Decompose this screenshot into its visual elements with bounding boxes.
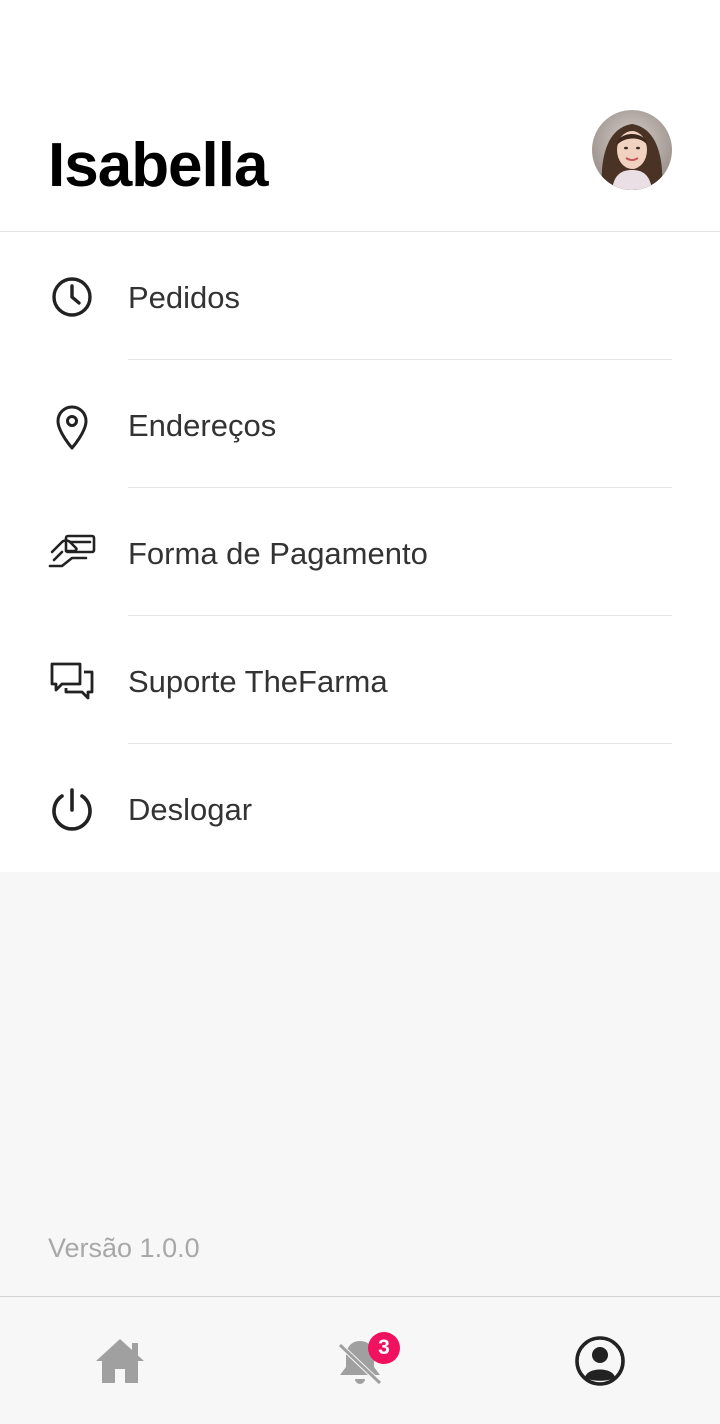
menu-item-label: Suporte TheFarma bbox=[128, 664, 388, 699]
notification-badge: 3 bbox=[368, 1332, 400, 1364]
nav-profile-button[interactable] bbox=[570, 1331, 630, 1391]
nav-home-button[interactable] bbox=[90, 1331, 150, 1391]
menu-item-label: Forma de Pagamento bbox=[128, 536, 428, 571]
app-version: Versão 1.0.0 bbox=[48, 1233, 200, 1263]
menu-item-label: Deslogar bbox=[128, 792, 253, 827]
profile-header: Isabella bbox=[0, 0, 720, 232]
user-name: Isabella bbox=[48, 131, 268, 200]
menu-item-forma-de-pagamento[interactable]: Forma de Pagamento bbox=[0, 488, 720, 616]
bottom-nav bbox=[0, 1296, 720, 1424]
profile-panel: Isabella Pedidos Endereços Forma de Paga… bbox=[0, 0, 720, 872]
avatar[interactable] bbox=[592, 110, 672, 190]
profile-icon bbox=[570, 1336, 630, 1395]
profile-screen: Isabella Pedidos Endereços Forma de Paga… bbox=[0, 0, 720, 1424]
menu-item-suporte[interactable]: Suporte TheFarma bbox=[0, 616, 720, 744]
menu-item-pedidos[interactable]: Pedidos bbox=[0, 232, 720, 360]
menu-item-label: Pedidos bbox=[128, 280, 241, 315]
menu-item-enderecos[interactable]: Endereços bbox=[0, 360, 720, 488]
location-pin-icon bbox=[48, 402, 96, 450]
home-icon bbox=[90, 1339, 150, 1395]
clock-icon bbox=[48, 274, 96, 322]
hand-card-icon bbox=[48, 530, 96, 578]
menu-list: Pedidos Endereços Forma de Pagamento Sup… bbox=[0, 232, 720, 872]
bell-off-icon bbox=[330, 1341, 390, 1395]
chat-bubbles-icon bbox=[48, 658, 96, 706]
menu-item-deslogar[interactable]: Deslogar bbox=[0, 744, 720, 872]
power-icon bbox=[48, 786, 96, 834]
menu-item-label: Endereços bbox=[128, 408, 277, 443]
